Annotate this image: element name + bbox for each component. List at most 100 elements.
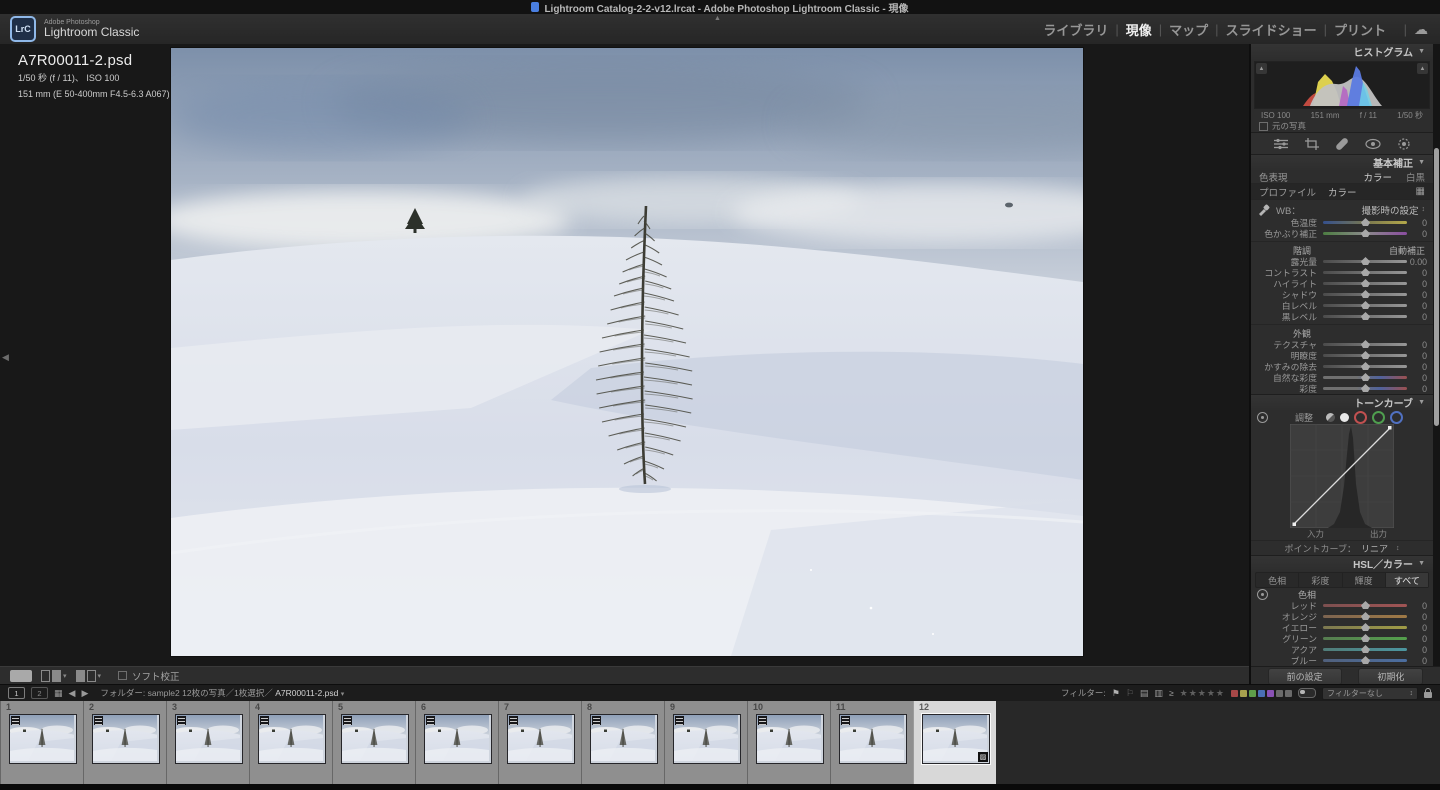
filmstrip-breadcrumb[interactable]: フォルダー: sample2 12枚の写真／1枚選択／ A7R00011-2.p…	[100, 687, 344, 699]
photo-thumbnail[interactable]	[258, 714, 326, 764]
auto-tone-button[interactable]: 自動補正	[1389, 244, 1425, 257]
slider-knob[interactable]	[1361, 312, 1370, 320]
slider-track[interactable]	[1323, 376, 1407, 379]
point-curve-value[interactable]: リニア	[1361, 542, 1388, 555]
slider-value[interactable]: 0	[1407, 384, 1427, 394]
shadow-clipping-icon[interactable]: ▲	[1256, 63, 1267, 74]
tone-curve-widget[interactable]	[1251, 424, 1433, 528]
star-icon[interactable]: ★	[1198, 688, 1207, 698]
slider-value[interactable]: 0	[1407, 645, 1427, 655]
filmstrip-cell[interactable]: 9	[664, 701, 747, 784]
photo-thumbnail[interactable]	[756, 714, 824, 764]
cloud-sync-icon[interactable]: ☁	[1414, 21, 1428, 38]
photo-thumbnail[interactable]	[9, 714, 77, 764]
slider-track[interactable]	[1323, 260, 1407, 263]
slider-knob[interactable]	[1361, 634, 1370, 642]
unedited-filter-icon[interactable]: ▥	[1154, 688, 1163, 699]
edit-tool-icon[interactable]	[1273, 138, 1289, 150]
hsl-tab[interactable]: 輝度	[1342, 573, 1385, 587]
slider-track[interactable]	[1323, 354, 1407, 357]
hsl-tab[interactable]: 彩度	[1298, 573, 1341, 587]
slider-knob[interactable]	[1361, 257, 1370, 265]
filmstrip-cell[interactable]: 1	[0, 701, 83, 784]
slider-track[interactable]	[1323, 221, 1407, 224]
color-label-chip[interactable]	[1231, 690, 1238, 697]
star-icon[interactable]: ★	[1216, 688, 1225, 698]
photo-thumbnail[interactable]	[507, 714, 575, 764]
treatment-option[interactable]: カラー	[1363, 173, 1392, 184]
slider-value[interactable]: 0.00	[1407, 257, 1427, 267]
slider-knob[interactable]	[1361, 623, 1370, 631]
back-arrow-icon[interactable]: ◀	[69, 688, 76, 699]
slider-track[interactable]	[1323, 615, 1407, 618]
filmstrip-cell[interactable]: 8	[581, 701, 664, 784]
photo-thumbnail[interactable]	[424, 714, 492, 764]
slider-knob[interactable]	[1361, 218, 1370, 226]
slider-track[interactable]	[1323, 637, 1407, 640]
previous-settings-button[interactable]: 前の設定	[1268, 668, 1342, 685]
slider-value[interactable]: 0	[1407, 218, 1427, 228]
slider-value[interactable]: 0	[1407, 634, 1427, 644]
hsl-tab[interactable]: 色相	[1256, 573, 1298, 587]
treatment-option[interactable]: 白黒	[1406, 173, 1425, 184]
channel-parametric-icon[interactable]	[1326, 413, 1335, 422]
filmstrip-cell[interactable]: 7	[498, 701, 581, 784]
slider-track[interactable]	[1323, 659, 1407, 662]
photo-thumbnail[interactable]	[673, 714, 741, 764]
photo-thumbnail[interactable]	[341, 714, 409, 764]
module-4[interactable]: スライドショー	[1226, 20, 1317, 39]
slider-value[interactable]: 0	[1407, 290, 1427, 300]
slider-track[interactable]	[1323, 648, 1407, 651]
profile-browser-icon[interactable]: ▦	[1416, 186, 1425, 197]
wb-dropdown-icon[interactable]: ↕	[1422, 206, 1426, 213]
module-5[interactable]: プリント	[1334, 20, 1386, 39]
channel-blue-icon[interactable]	[1390, 411, 1403, 424]
filmstrip-cell[interactable]: 3	[166, 701, 249, 784]
filmstrip-cell[interactable]: 10	[747, 701, 830, 784]
slider-value[interactable]: 0	[1407, 362, 1427, 372]
slider-value[interactable]: 0	[1407, 351, 1427, 361]
targeted-adjustment-icon[interactable]	[1257, 412, 1268, 423]
heal-tool-icon[interactable]	[1335, 138, 1349, 150]
filmstrip-cell[interactable]: 4	[249, 701, 332, 784]
slider-value[interactable]: 0	[1407, 229, 1427, 239]
loupe-view-icon[interactable]	[10, 670, 32, 682]
before-after-tb-button[interactable]: ▾	[76, 670, 102, 682]
slider-knob[interactable]	[1361, 612, 1370, 620]
color-label-chip[interactable]	[1258, 690, 1265, 697]
color-label-chips[interactable]	[1231, 690, 1292, 697]
slider-knob[interactable]	[1361, 290, 1370, 298]
star-icon[interactable]: ★	[1207, 688, 1216, 698]
filmstrip-cell[interactable]: 2	[83, 701, 166, 784]
slider-track[interactable]	[1323, 604, 1407, 607]
before-after-lr-button[interactable]: ▾	[41, 670, 67, 682]
slider-knob[interactable]	[1361, 373, 1370, 381]
color-label-chip[interactable]	[1276, 690, 1283, 697]
slider-value[interactable]: 0	[1407, 612, 1427, 622]
slider-knob[interactable]	[1361, 601, 1370, 609]
star-icon[interactable]: ★	[1189, 688, 1198, 698]
slider-knob[interactable]	[1361, 268, 1370, 276]
targeted-adjustment-icon[interactable]	[1257, 589, 1268, 600]
grid-view-icon[interactable]: ▦	[54, 688, 63, 699]
slider-track[interactable]	[1323, 315, 1407, 318]
histogram-header[interactable]: ヒストグラム ▼	[1251, 44, 1433, 59]
photo-thumbnail[interactable]	[175, 714, 243, 764]
slider-knob[interactable]	[1361, 362, 1370, 370]
profile-value[interactable]: カラー	[1328, 185, 1357, 199]
module-1[interactable]: ライブラリ	[1043, 20, 1108, 39]
soft-proof-control[interactable]: ソフト校正	[118, 669, 180, 683]
point-curve-row[interactable]: ポイントカーブ： リニア ↕	[1251, 540, 1433, 555]
slider-track[interactable]	[1323, 626, 1407, 629]
redeye-tool-icon[interactable]	[1365, 138, 1381, 150]
slider-knob[interactable]	[1361, 301, 1370, 309]
point-curve-dropdown-icon[interactable]: ↕	[1396, 545, 1400, 552]
filmstrip-cell[interactable]: 12 ▨	[913, 701, 996, 784]
edited-filter-icon[interactable]: ▤	[1140, 688, 1149, 699]
slider-track[interactable]	[1323, 304, 1407, 307]
color-label-chip[interactable]	[1267, 690, 1274, 697]
reset-button[interactable]: 初期化	[1358, 668, 1423, 685]
filmstrip-cell[interactable]: 11	[830, 701, 913, 784]
top-panel-collapse-icon[interactable]: ▲	[714, 15, 721, 22]
slider-value[interactable]: 0	[1407, 312, 1427, 322]
